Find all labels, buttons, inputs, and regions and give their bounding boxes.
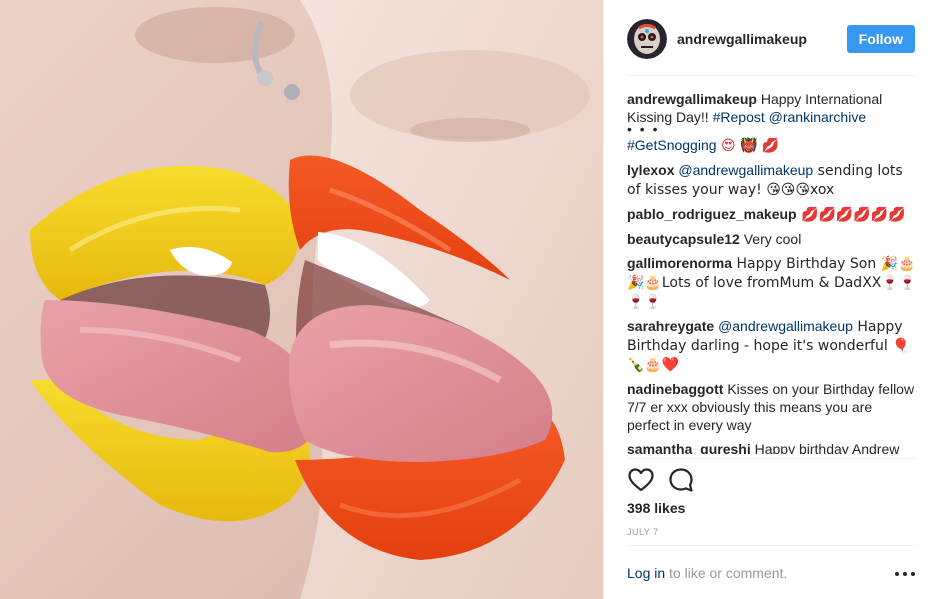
divider — [627, 458, 915, 459]
login-prompt-text: to like or comment. — [665, 565, 788, 581]
follow-button[interactable]: Follow — [846, 25, 915, 53]
caption: andrewgallimakeup Happy International Ki… — [627, 90, 917, 155]
post-photo[interactable] — [0, 0, 603, 599]
comment-text: Very cool — [739, 231, 802, 247]
list-item: sarahreygate @andrewgallimakeup Happy Bi… — [627, 317, 917, 374]
login-prompt: Log in to like or comment. — [627, 565, 915, 581]
caption-username[interactable]: andrewgallimakeup — [627, 91, 757, 107]
action-bar — [627, 466, 707, 494]
comment-username[interactable]: gallimorenorma — [627, 255, 732, 271]
divider — [627, 75, 915, 76]
list-item: lylexox @andrewgallimakeup sending lots … — [627, 161, 917, 199]
more-options-icon[interactable] — [895, 566, 915, 582]
list-item: nadinebaggott Kisses on your Birthday fe… — [627, 380, 917, 434]
post-sidebar: andrewgallimakeup Follow andrewgallimake… — [603, 0, 937, 599]
divider — [627, 545, 915, 546]
heart-icon — [628, 468, 654, 492]
list-item: pablo_rodriguez_makeup 💋💋💋💋💋💋 — [627, 205, 917, 224]
avatar[interactable] — [627, 19, 667, 59]
more-dot — [911, 572, 915, 576]
comment-mention-link[interactable]: @andrewgallimakeup — [718, 318, 853, 334]
caption-dots: • • • — [627, 121, 660, 137]
likes-count[interactable]: 398 likes — [627, 500, 685, 516]
comment-bubble-icon — [669, 468, 693, 492]
instagram-post: andrewgallimakeup Follow andrewgallimake… — [0, 0, 937, 599]
like-button[interactable] — [627, 466, 655, 494]
list-item: gallimorenorma Happy Birthday Son 🎉🎂🎉🎂Lo… — [627, 254, 917, 311]
comment-text: 💋💋💋💋💋💋 — [796, 207, 906, 223]
skull-avatar-icon — [627, 19, 667, 59]
list-item: beautycapsule12 Very cool — [627, 230, 917, 248]
comment-username[interactable]: pablo_rodriguez_makeup — [627, 206, 797, 222]
header-username[interactable]: andrewgallimakeup — [677, 31, 807, 47]
hashtag-getsnogging-link[interactable]: #GetSnogging — [627, 137, 717, 153]
more-dot — [895, 572, 899, 576]
mention-rankinarchive-link[interactable]: @rankinarchive — [769, 109, 866, 125]
comment-username[interactable]: nadinebaggott — [627, 381, 723, 397]
kissing-lips-photo — [0, 0, 603, 599]
comments-list: andrewgallimakeup Happy International Ki… — [627, 90, 917, 454]
comment-mention-link[interactable]: @andrewgallimakeup — [678, 162, 813, 178]
comment-username[interactable]: beautycapsule12 — [627, 231, 740, 247]
comment-username[interactable]: sarahreygate — [627, 318, 714, 334]
login-link[interactable]: Log in — [627, 565, 665, 581]
comment-username[interactable]: lylexox — [627, 162, 674, 178]
hashtag-repost-link[interactable]: #Repost — [713, 109, 765, 125]
post-header: andrewgallimakeup Follow — [627, 17, 915, 61]
comment-username[interactable]: samantha_qureshi — [627, 441, 751, 454]
list-item: samantha_qureshi Happy birthday Andrew — [627, 440, 917, 454]
post-date[interactable]: JULY 7 — [627, 527, 659, 537]
comment-button[interactable] — [667, 466, 695, 494]
more-dot — [903, 572, 907, 576]
caption-emojis: 😍 👹 💋 — [716, 138, 780, 154]
comment-text: Happy birthday Andrew — [750, 441, 900, 454]
